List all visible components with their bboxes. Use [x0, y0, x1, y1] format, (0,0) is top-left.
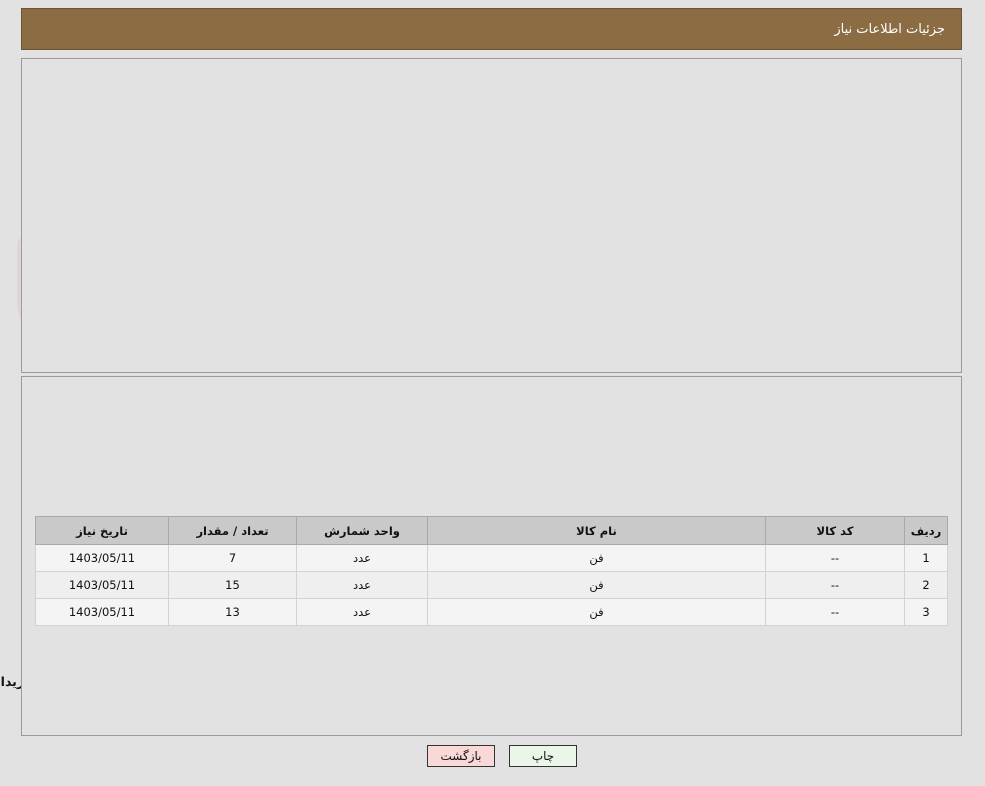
cell-name: فن [428, 571, 767, 599]
cell-date: 1403/05/11 [36, 544, 170, 572]
cell-qty: 13 [169, 598, 298, 626]
cell-qty: 7 [169, 544, 298, 572]
cell-date: 1403/05/11 [36, 571, 170, 599]
cell-row: 3 [905, 598, 949, 626]
back-button[interactable]: بازگشت [428, 745, 496, 767]
print-button[interactable]: چاپ [510, 745, 578, 767]
cell-row: 2 [905, 571, 949, 599]
cell-code: -- [766, 544, 906, 572]
cell-row: 1 [905, 544, 949, 572]
cell-unit: عدد [297, 571, 429, 599]
cell-code: -- [766, 598, 906, 626]
page-title: جزئیات اطلاعات نیاز [835, 21, 946, 37]
need-info-panel [22, 58, 963, 373]
cell-code: -- [766, 571, 906, 599]
col-header-name: نام کالا [428, 516, 767, 545]
cell-name: فن [428, 598, 767, 626]
cell-name: فن [428, 544, 767, 572]
table-header-row: ردیف کد کالا نام کالا واحد شمارش تعداد /… [36, 516, 949, 545]
col-header-date: تاریخ نیاز [36, 516, 170, 545]
table-row[interactable]: 2 -- فن عدد 15 1403/05/11 [36, 571, 949, 599]
col-header-code: کد کالا [766, 516, 906, 545]
table-row[interactable]: 1 -- فن عدد 7 1403/05/11 [36, 544, 949, 572]
window-title-bar: جزئیات اطلاعات نیاز [22, 8, 963, 50]
cell-qty: 15 [169, 571, 298, 599]
col-header-row: ردیف [905, 516, 949, 545]
cell-unit: عدد [297, 544, 429, 572]
cell-date: 1403/05/11 [36, 598, 170, 626]
goods-table: ردیف کد کالا نام کالا واحد شمارش تعداد /… [36, 516, 949, 626]
table-row[interactable]: 3 -- فن عدد 13 1403/05/11 [36, 598, 949, 626]
cell-unit: عدد [297, 598, 429, 626]
col-header-qty: تعداد / مقدار [169, 516, 298, 545]
col-header-unit: واحد شمارش [297, 516, 429, 545]
